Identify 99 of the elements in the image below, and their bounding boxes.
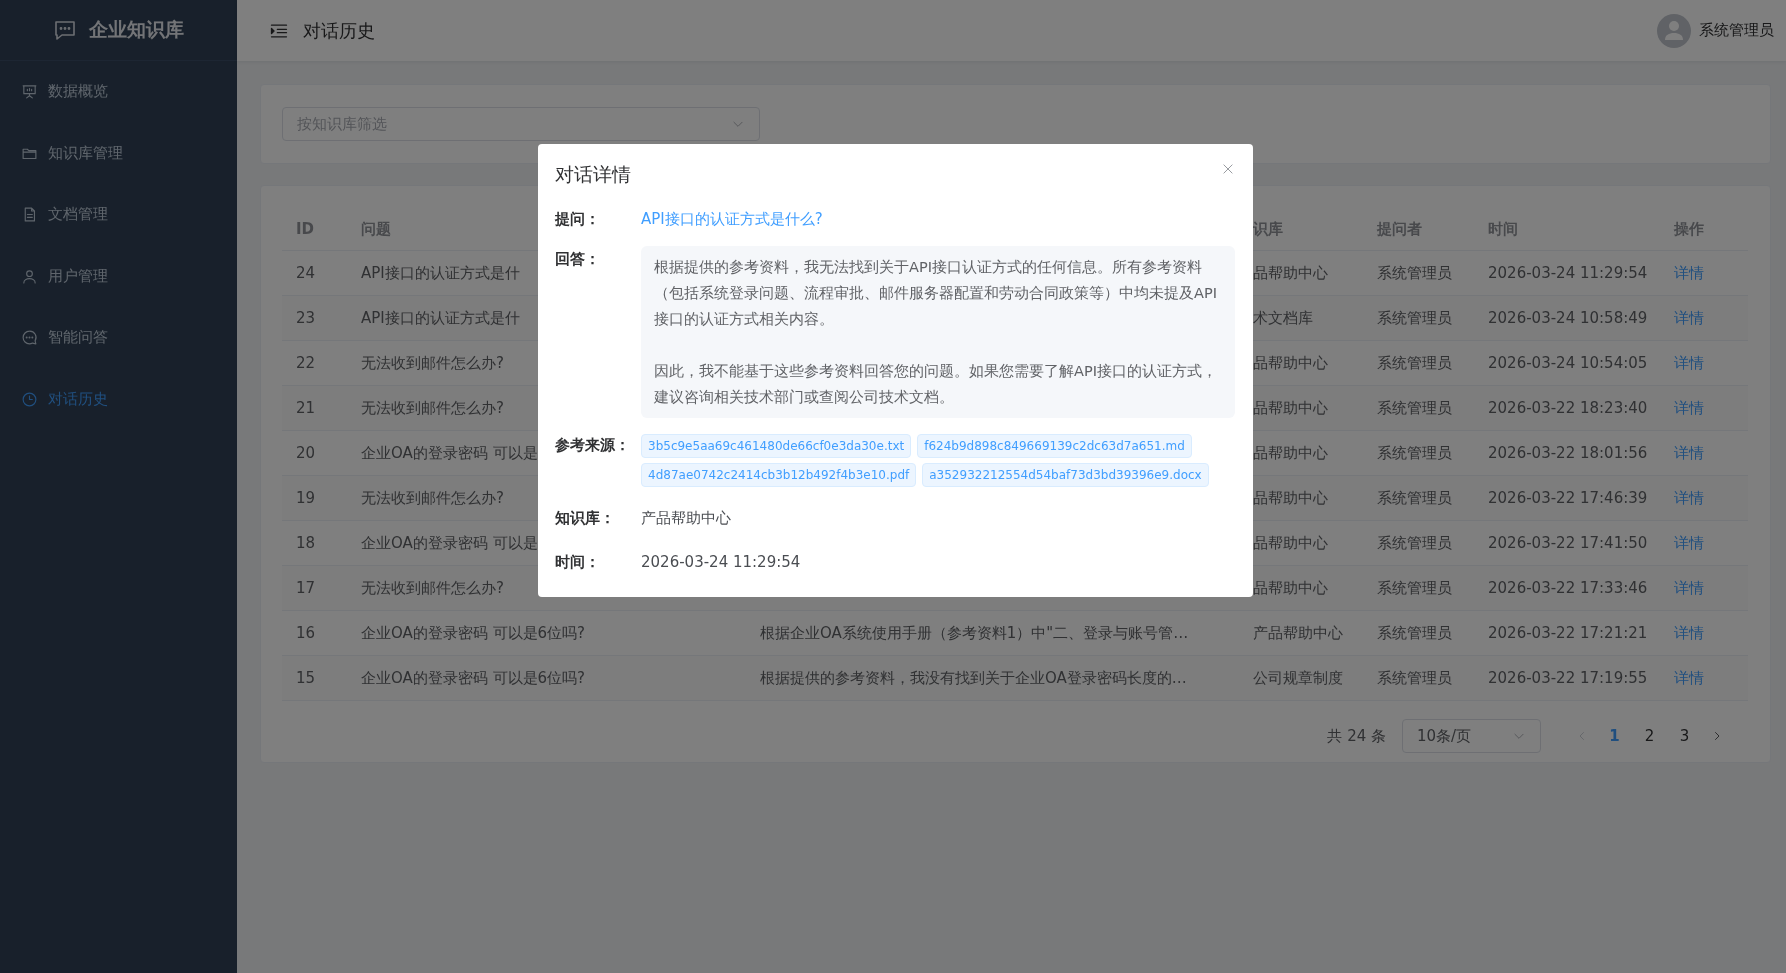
table-cell: 系统管理员 [1377,398,1452,418]
table-cell: 系统管理员 [1377,263,1452,283]
table-cell: 企业OA的登录密码 可以是6位吗? [361,623,586,643]
page-number[interactable]: 1 [1597,721,1632,751]
sidebar-menu-item[interactable]: 文档管理 [0,184,237,246]
table-cell: API接口的认证方式是什 [361,263,520,283]
source-tag[interactable]: 4d87ae0742c2414cb3b12b492f4b3e10.pdf [641,463,917,487]
table-cell: 24 [296,264,316,282]
details-link[interactable]: 详情 [1674,578,1704,597]
sidebar-menu-item[interactable]: 用户管理 [0,245,237,307]
answer-paragraph: 因此，我不能基于这些参考资料回答您的问题。如果您需要了解API接口的认证方式，建议咨询相关技术部门或查阅公司技术文档。 [654,362,1218,407]
table-cell: 2026-03-22 18:23:40 [1488,399,1648,417]
table-cell: 19 [296,489,316,507]
sidebar-menu-item[interactable]: 数据概览 [0,61,237,123]
field-label: 参考来源： [555,435,631,456]
table-cell: 16 [296,624,316,642]
table-cell: 公司规章制度 [1253,668,1343,688]
user-icon [21,267,38,285]
table-cell: API接口的认证方式是什 [361,308,520,328]
user-name[interactable]: 系统管理员 [1699,21,1774,40]
table-cell: 系统管理员 [1377,668,1452,688]
table-cell: 2026-03-22 18:01:56 [1488,444,1648,462]
page-title: 对话历史 [303,18,375,43]
field-label: 回答： [555,249,601,270]
details-link[interactable]: 详情 [1674,623,1704,642]
details-link[interactable]: 详情 [1674,353,1704,372]
table-cell: 系统管理员 [1377,308,1452,328]
total-count: 共 24 条 [1327,726,1386,746]
app-logo-text: 企业知识库 [89,17,184,42]
details-link[interactable]: 详情 [1674,668,1704,687]
table-cell: 系统管理员 [1377,488,1452,508]
details-link[interactable]: 详情 [1674,263,1704,282]
table-cell: 品帮助中心 [1253,533,1328,553]
clock-icon [21,390,38,408]
table-cell: 2026-03-24 10:58:49 [1488,309,1648,327]
table-cell: 品帮助中心 [1253,488,1328,508]
table-cell: 23 [296,309,316,327]
table-cell: 品帮助中心 [1253,263,1328,283]
table-cell: 品帮助中心 [1253,353,1328,373]
table-cell: 系统管理员 [1377,578,1452,598]
table-cell: 产品帮助中心 [1253,623,1343,643]
table-cell: 根据企业OA系统使用手册（参考资料1）中"二、登录与账号管… [760,623,1189,643]
table-cell: 术文档库 [1253,308,1313,328]
table-cell: 2026-03-22 17:21:21 [1488,624,1648,642]
table-cell: 品帮助中心 [1253,443,1328,463]
field-label: 知识库： [555,508,616,529]
table-cell: 2026-03-22 17:46:39 [1488,489,1648,507]
table-cell: 无法收到邮件怎么办? [361,398,504,418]
table-cell: 企业OA的登录密码 可以是 [361,443,538,463]
table-cell: 2026-03-24 10:54:05 [1488,354,1648,372]
dialog-title: 对话详情 [555,162,631,187]
question-link[interactable]: API接口的认证方式是什么? [641,206,823,232]
table-cell: 17 [296,579,316,597]
table-cell: 系统管理员 [1377,353,1452,373]
table-cell: 系统管理员 [1377,533,1452,553]
table-cell: 品帮助中心 [1253,398,1328,418]
field-value: 2026-03-24 11:29:54 [641,552,801,573]
sidebar-menu-item[interactable]: 对话历史 [0,368,237,430]
presentation-board-icon [21,83,38,101]
table-cell: 21 [296,399,316,417]
table-cell: 15 [296,669,316,687]
table-cell: 品帮助中心 [1253,578,1328,598]
table-cell: 无法收到邮件怎么办? [361,488,504,508]
details-link[interactable]: 详情 [1674,443,1704,462]
details-link[interactable]: 详情 [1674,398,1704,417]
table-cell: 22 [296,354,316,372]
table-cell: 根据提供的参考资料，我没有找到关于企业OA登录密码长度的… [760,668,1187,688]
close-button[interactable] [1221,162,1235,176]
details-link[interactable]: 详情 [1674,308,1704,327]
table-cell: 20 [296,444,316,462]
field-label: 提问： [555,209,601,230]
close-icon [1221,162,1235,176]
table-cell: 企业OA的登录密码 可以是6位吗? [361,668,586,688]
table-cell: 系统管理员 [1377,623,1452,643]
table-cell: 2026-03-22 17:19:55 [1488,669,1648,687]
details-link[interactable]: 详情 [1674,533,1704,552]
table-cell: 2026-03-22 17:41:50 [1488,534,1648,552]
answer-paragraph: 根据提供的参考资料，我无法找到关于API接口认证方式的任何信息。所有参考资料（包括系统登录问题、流程审批、邮件服务器配置和劳动合同政策等）中均未提及API接口的认证方式相关内容。 [654,258,1218,329]
source-tag[interactable]: a352932212554d54baf73d3bd39396e9.docx [922,463,1209,487]
page-size-select[interactable]: 10条/页 [1402,719,1541,753]
source-tag[interactable]: 3b5c9e5aa69c461480de66cf0e3da30e.txt [641,434,912,458]
chat-icon [53,18,77,42]
avatar-icon[interactable] [1657,13,1691,48]
table-cell: 无法收到邮件怎么办? [361,578,504,598]
table-cell: 18 [296,534,316,552]
table-cell: 2026-03-22 17:33:46 [1488,579,1648,597]
page-number[interactable]: 2 [1632,721,1667,751]
field-value: 产品帮助中心 [641,508,731,529]
source-tag[interactable]: f624b9d898c849669139c2dc63d7a651.md [917,434,1192,458]
page-number[interactable]: 3 [1667,721,1702,751]
table-cell: 企业OA的登录密码 可以是 [361,533,538,553]
field-label: 时间： [555,552,601,573]
table-cell: 系统管理员 [1377,443,1452,463]
details-link[interactable]: 详情 [1674,488,1704,507]
table-cell: 无法收到邮件怎么办? [361,353,504,373]
chat-icon [21,329,38,347]
sidebar-menu-item[interactable]: 知识库管理 [0,122,237,184]
sidebar-menu-item[interactable]: 智能问答 [0,307,237,369]
table-cell: 2026-03-24 11:29:54 [1488,264,1648,282]
